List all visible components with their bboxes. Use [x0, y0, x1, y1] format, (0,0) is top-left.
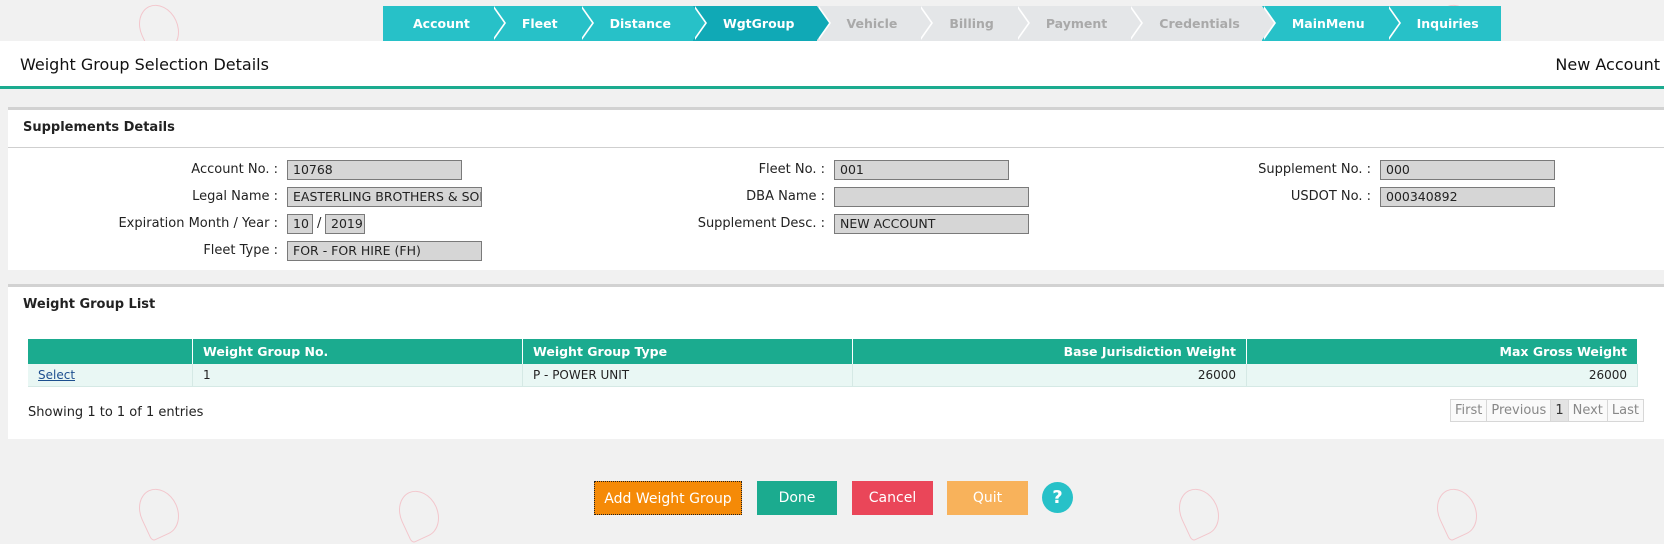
column-header-max-weight[interactable]: Max Gross Weight	[1246, 339, 1638, 364]
pager-first[interactable]: First	[1451, 400, 1488, 421]
supplement-desc-label: Supplement Desc. :	[697, 216, 825, 231]
fleet-no-label: Fleet No. :	[758, 162, 825, 177]
weight-group-title: Weight Group List	[23, 297, 156, 312]
group-type-cell: P - POWER UNIT	[522, 364, 853, 387]
step-payment: Payment	[1015, 6, 1144, 41]
weight-group-panel: Weight Group List Weight Group No. Weigh…	[8, 284, 1664, 439]
add-weight-group-button[interactable]: Add Weight Group	[594, 481, 742, 515]
pagination: First Previous 1 Next Last	[1450, 399, 1644, 422]
expiration-label: Expiration Month / Year :	[118, 216, 278, 231]
expiration-month-field: 10	[287, 214, 313, 234]
base-weight-cell: 26000	[852, 364, 1247, 387]
pager-next[interactable]: Next	[1568, 400, 1608, 421]
usdot-no-label: USDOT No. :	[1290, 189, 1371, 204]
step-credentials: Credentials	[1129, 6, 1276, 41]
background-decoration	[391, 484, 447, 544]
step-wgtgroup[interactable]: WgtGroup	[692, 6, 831, 41]
cancel-button[interactable]: Cancel	[852, 481, 933, 515]
column-header-select	[28, 339, 193, 364]
fleet-type-field: FOR - FOR HIRE (FH)	[287, 241, 482, 261]
table-row: Select 1 P - POWER UNIT 26000 26000	[28, 364, 1638, 387]
pager-last[interactable]: Last	[1607, 400, 1643, 421]
step-mainmenu[interactable]: MainMenu	[1261, 6, 1401, 41]
pager-previous[interactable]: Previous	[1487, 400, 1552, 421]
expiration-separator: /	[317, 216, 322, 231]
entries-info: Showing 1 to 1 of 1 entries	[28, 405, 204, 420]
legal-name-field: EASTERLING BROTHERS & SON	[287, 187, 482, 207]
page-header: Weight Group Selection Details New Accou…	[0, 41, 1664, 89]
done-button[interactable]: Done	[757, 481, 837, 515]
max-weight-cell: 26000	[1246, 364, 1638, 387]
dba-name-field	[834, 187, 1029, 207]
legal-name-label: Legal Name :	[192, 189, 278, 204]
fleet-type-label: Fleet Type :	[203, 243, 278, 258]
expiration-year-field: 2019	[325, 214, 365, 234]
account-no-field: 10768	[287, 160, 462, 180]
column-header-group-type[interactable]: Weight Group Type	[522, 339, 853, 364]
select-cell: Select	[28, 364, 193, 387]
help-icon[interactable]: ?	[1042, 482, 1073, 513]
background-decoration	[131, 482, 187, 542]
fleet-no-field: 001	[834, 160, 1009, 180]
dba-name-label: DBA Name :	[746, 189, 825, 204]
supplement-no-label: Supplement No. :	[1258, 162, 1371, 177]
background-decoration	[1429, 482, 1485, 542]
supplement-no-field: 000	[1380, 160, 1555, 180]
background-decoration	[1171, 482, 1227, 542]
group-no-cell: 1	[192, 364, 523, 387]
supplements-title: Supplements Details	[8, 110, 1664, 148]
account-mode-label: New Account	[1555, 55, 1660, 74]
quit-button[interactable]: Quit	[947, 481, 1028, 515]
table-header-row: Weight Group No. Weight Group Type Base …	[28, 339, 1638, 364]
step-distance[interactable]: Distance	[579, 6, 708, 41]
step-inquiries[interactable]: Inquiries	[1386, 6, 1501, 41]
page-title: Weight Group Selection Details	[20, 55, 269, 74]
supplement-desc-field: NEW ACCOUNT	[834, 214, 1029, 234]
step-account[interactable]: Account	[383, 6, 506, 41]
column-header-group-no[interactable]: Weight Group No.	[192, 339, 523, 364]
weight-group-table: Weight Group No. Weight Group Type Base …	[28, 339, 1638, 387]
step-billing: Billing	[919, 6, 1030, 41]
account-no-label: Account No. :	[191, 162, 278, 177]
select-link[interactable]: Select	[38, 368, 75, 382]
supplements-panel: Supplements Details Account No. : 10768 …	[8, 107, 1664, 270]
wizard-steps: Account Fleet Distance WgtGroup Vehicle …	[383, 6, 1501, 41]
step-vehicle: Vehicle	[816, 6, 934, 41]
pager-current-page[interactable]: 1	[1551, 400, 1569, 421]
column-header-base-weight[interactable]: Base Jurisdiction Weight	[852, 339, 1247, 364]
usdot-no-field: 000340892	[1380, 187, 1555, 207]
